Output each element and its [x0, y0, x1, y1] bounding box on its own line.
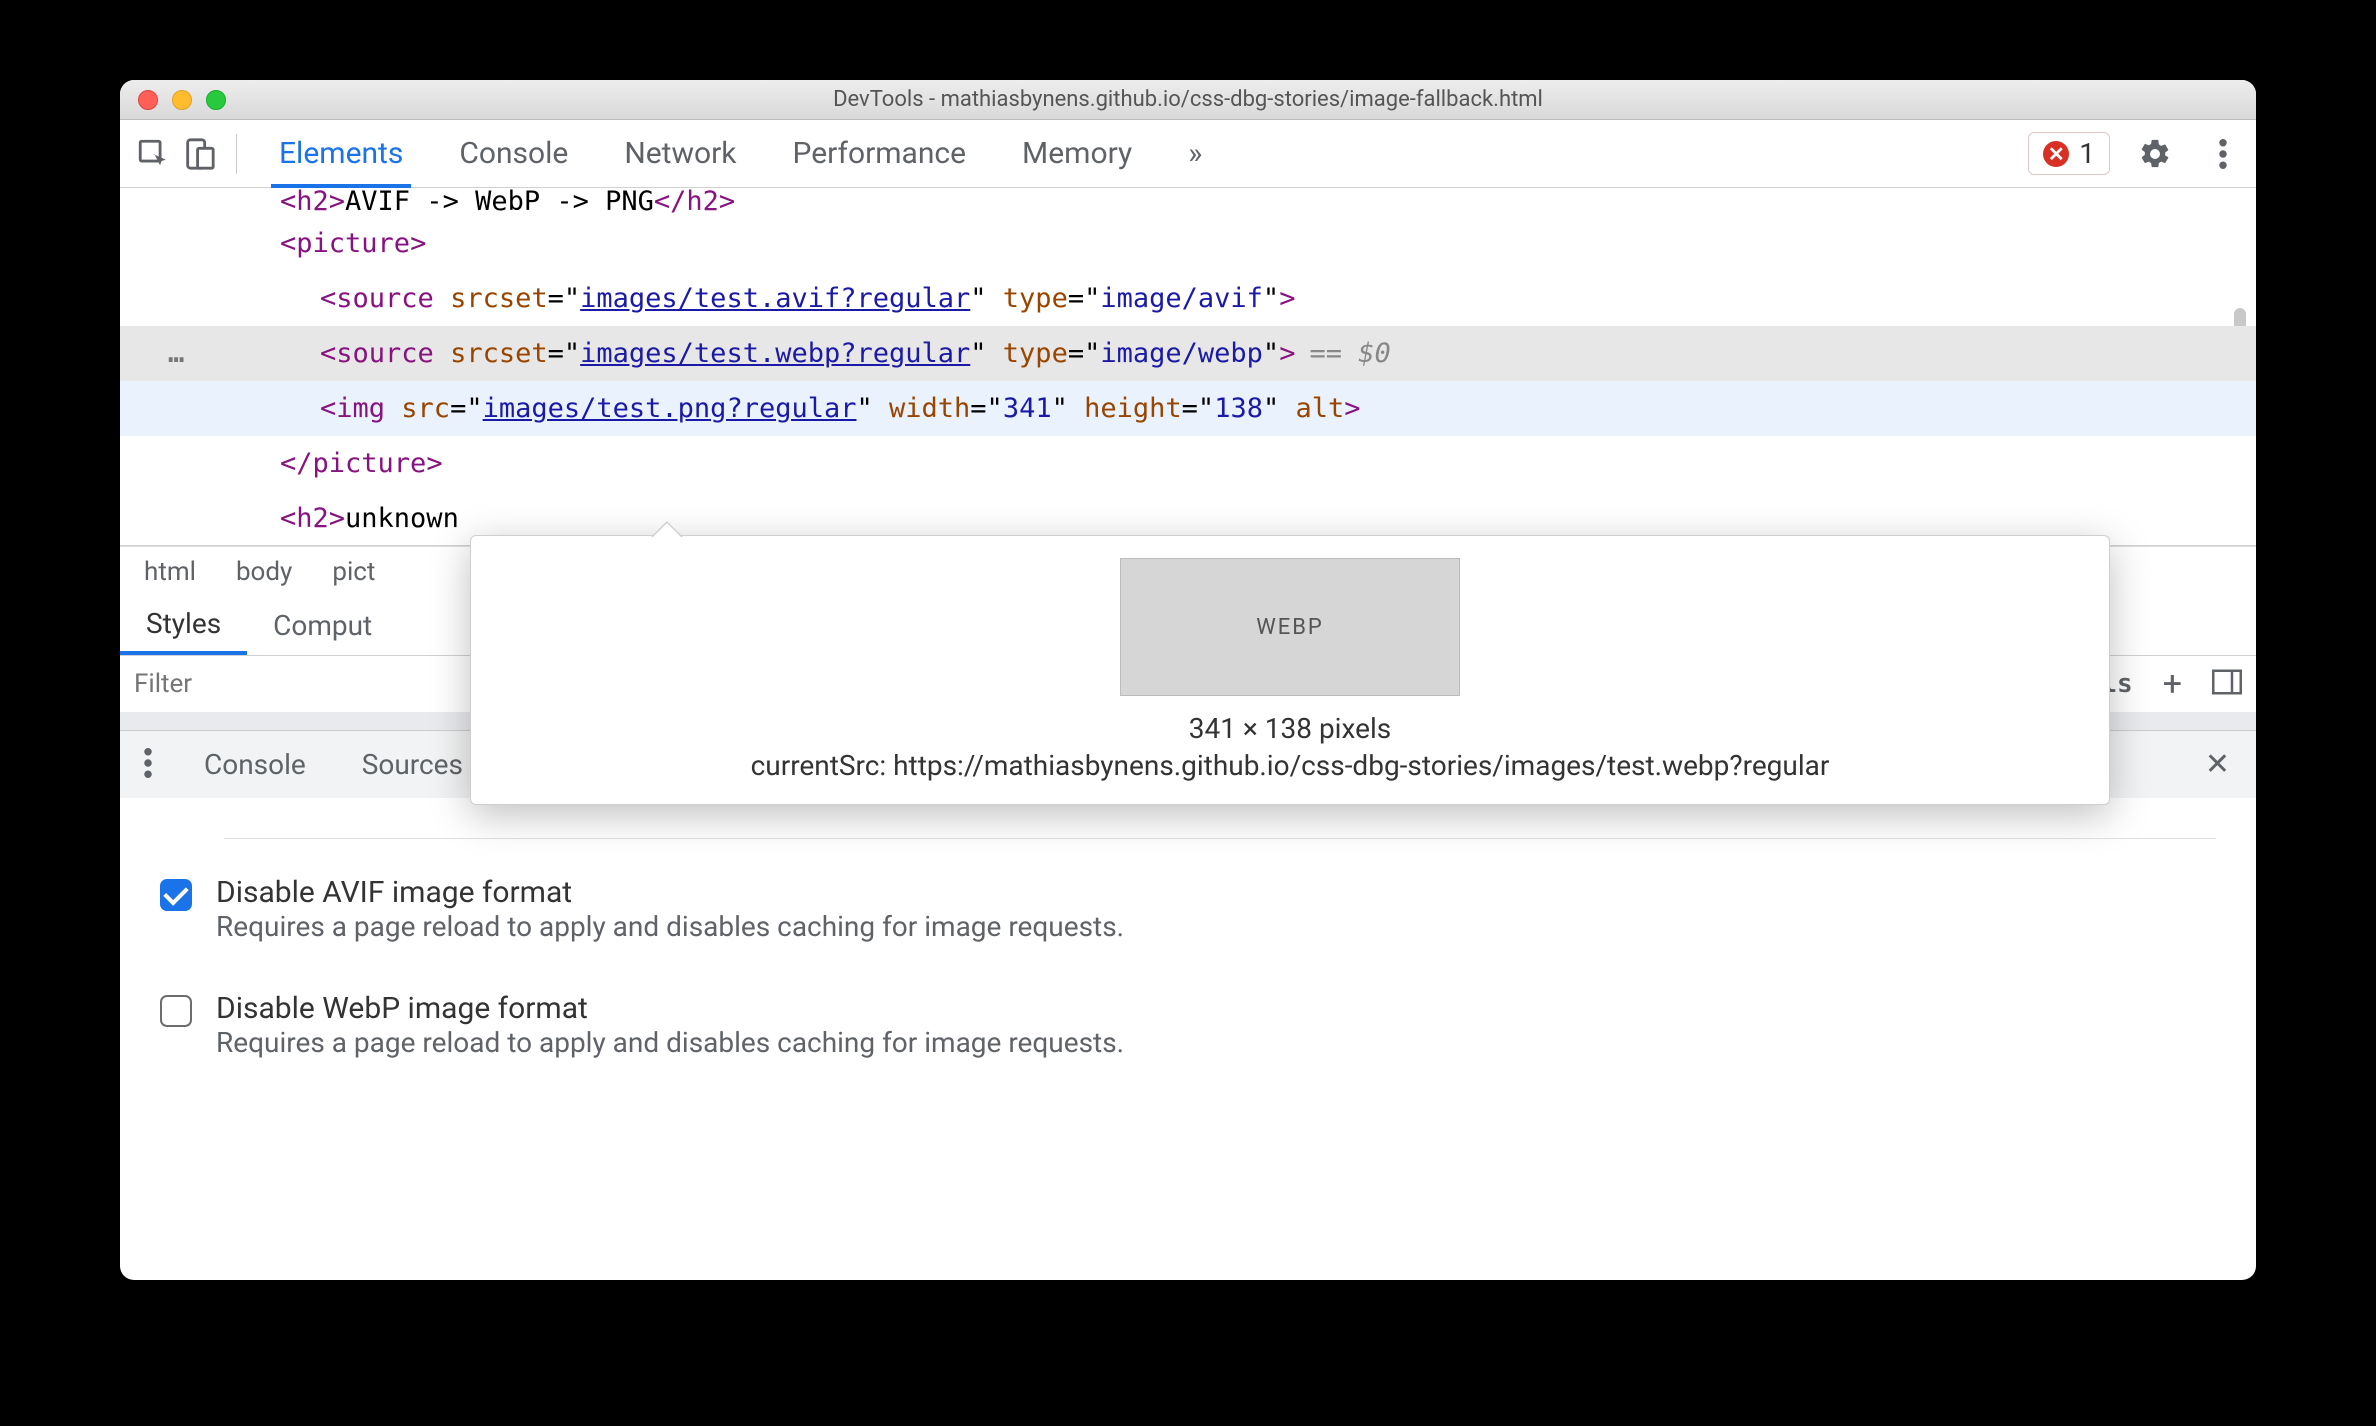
inspect-element-icon[interactable]: [130, 131, 176, 177]
elements-dom-tree[interactable]: <h2>AVIF -> WebP -> PNG</h2> <picture> <…: [120, 188, 2256, 546]
tab-performance[interactable]: Performance: [765, 120, 995, 187]
new-style-rule-icon[interactable]: +: [2147, 664, 2198, 704]
panel-tabs: Elements Console Network Performance Mem…: [251, 120, 1230, 187]
tab-console[interactable]: Console: [431, 120, 596, 187]
rendering-divider: [224, 838, 2216, 839]
tab-memory[interactable]: Memory: [994, 120, 1160, 187]
dom-line-img-highlight[interactable]: <img src="images/test.png?regular" width…: [120, 381, 2256, 436]
drawer-tab-sources[interactable]: Sources: [334, 731, 491, 798]
image-preview-tooltip: WEBP 341 × 138 pixels currentSrc: https:…: [470, 535, 2110, 805]
dom-line-h2-faded[interactable]: <h2>AVIF -> WebP -> PNG</h2>: [120, 188, 2256, 216]
toggle-sidebar-icon[interactable]: [2198, 669, 2256, 699]
option-disable-avif-title: Disable AVIF image format: [216, 875, 1124, 910]
option-disable-webp: Disable WebP image format Requires a pag…: [160, 991, 2216, 1059]
main-toolbar: Elements Console Network Performance Mem…: [120, 120, 2256, 188]
tabs-overflow[interactable]: »: [1160, 120, 1230, 187]
tooltip-dimensions: 341 × 138 pixels: [1189, 712, 1391, 745]
option-disable-webp-title: Disable WebP image format: [216, 991, 1124, 1026]
toolbar-divider: [236, 134, 237, 174]
checkbox-disable-avif[interactable]: [160, 879, 192, 911]
subtab-computed[interactable]: Comput: [247, 596, 398, 655]
option-disable-webp-desc: Requires a page reload to apply and disa…: [216, 1026, 1124, 1059]
devtools-window: DevTools - mathiasbynens.github.io/css-d…: [120, 80, 2256, 1280]
error-badge[interactable]: ✕ 1: [2028, 132, 2110, 175]
tooltip-thumbnail: WEBP: [1120, 558, 1460, 696]
styles-filter-input[interactable]: [120, 656, 420, 712]
crumb-body[interactable]: body: [216, 557, 312, 587]
dom-line-source-webp-selected[interactable]: <source srcset="images/test.webp?regular…: [120, 326, 2256, 381]
window-title: DevTools - mathiasbynens.github.io/css-d…: [120, 87, 2256, 112]
option-disable-avif-desc: Requires a page reload to apply and disa…: [216, 910, 1124, 943]
rendering-panel: Disable AVIF image format Requires a pag…: [120, 798, 2256, 1280]
crumb-html[interactable]: html: [128, 557, 216, 587]
option-disable-avif: Disable AVIF image format Requires a pag…: [160, 875, 2216, 943]
checkbox-disable-webp[interactable]: [160, 995, 192, 1027]
subtab-styles[interactable]: Styles: [120, 596, 247, 655]
tab-elements[interactable]: Elements: [251, 120, 431, 187]
drawer-tab-console[interactable]: Console: [176, 731, 334, 798]
device-toolbar-icon[interactable]: [176, 131, 222, 177]
settings-gear-icon[interactable]: [2132, 131, 2178, 177]
titlebar: DevTools - mathiasbynens.github.io/css-d…: [120, 80, 2256, 120]
dom-line-picture-close[interactable]: </picture>: [120, 436, 2256, 491]
dom-line-picture-open[interactable]: <picture>: [120, 216, 2256, 271]
tab-network[interactable]: Network: [596, 120, 764, 187]
dom-line-source-avif[interactable]: <source srcset="images/test.avif?regular…: [120, 271, 2256, 326]
tooltip-current-src: currentSrc: https://mathiasbynens.github…: [751, 749, 1830, 782]
error-icon: ✕: [2043, 141, 2069, 167]
close-drawer-icon[interactable]: ✕: [2179, 747, 2256, 782]
main-menu-kebab-icon[interactable]: [2200, 131, 2246, 177]
crumb-picture[interactable]: pict: [312, 557, 375, 587]
error-count: 1: [2079, 137, 2095, 170]
drawer-kebab-icon[interactable]: [120, 748, 176, 782]
